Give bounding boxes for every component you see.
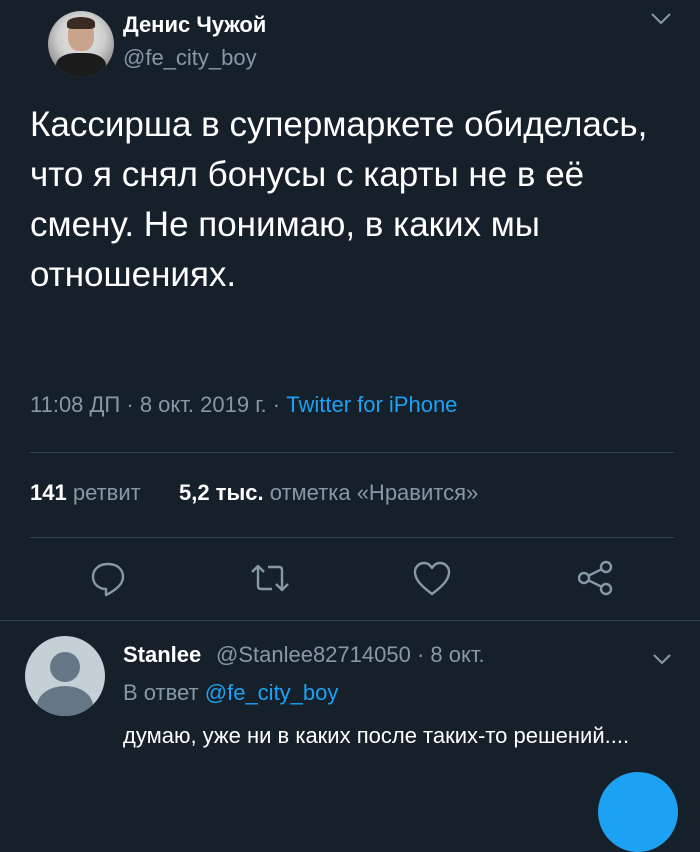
likes-stat[interactable]: 5,2 тыс. отметка «Нравится» <box>179 480 478 505</box>
tweet-meta: 11:08 ДП · 8 окт. 2019 г. · Twitter for … <box>30 392 457 418</box>
divider <box>0 620 700 621</box>
divider <box>30 537 674 538</box>
reply-prefix: В ответ <box>123 680 199 705</box>
like-icon[interactable] <box>412 560 452 600</box>
reply-to-link[interactable]: @fe_city_boy <box>205 680 339 705</box>
reply-text: думаю, уже ни в каких после таких-то реш… <box>123 723 630 748</box>
author-handle[interactable]: @fe_city_boy <box>123 45 257 71</box>
compose-button[interactable] <box>598 772 678 852</box>
tweet-stats: 141 ретвит 5,2 тыс. отметка «Нравится» <box>30 480 478 506</box>
meta-separator: · <box>272 392 281 417</box>
retweets-label: ретвит <box>72 480 141 505</box>
tweet-text: Кассирша в супермаркете обиделась, что я… <box>30 105 648 294</box>
author-name[interactable]: Денис Чужой <box>123 12 266 38</box>
reply-author-avatar[interactable] <box>25 636 105 716</box>
author-avatar[interactable] <box>48 11 114 77</box>
tweet-source-link[interactable]: Twitter for iPhone <box>286 392 457 417</box>
reply-icon[interactable] <box>88 558 128 598</box>
retweets-count: 141 <box>30 480 67 505</box>
reply-author-meta: @Stanlee82714050 · 8 окт. <box>216 642 485 668</box>
likes-count: 5,2 тыс. <box>178 480 264 505</box>
likes-label: отметка «Нравится» <box>269 480 479 505</box>
tweet-menu-chevron-icon[interactable] <box>650 12 672 31</box>
reply-menu-chevron-icon[interactable] <box>652 652 672 670</box>
reply-author-handle[interactable]: @Stanlee82714050 <box>216 642 411 667</box>
reply-author-name[interactable]: Stanlee <box>123 642 201 668</box>
meta-separator: · <box>416 642 425 667</box>
divider <box>30 452 674 453</box>
meta-separator: · <box>126 392 134 417</box>
tweet-date: 8 окт. 2019 г. <box>139 392 267 417</box>
tweet-time: 11:08 ДП <box>30 392 121 417</box>
retweet-icon[interactable] <box>248 558 289 598</box>
reply-date: 8 окт. <box>430 642 485 667</box>
share-icon[interactable] <box>575 558 615 598</box>
retweets-stat[interactable]: 141 ретвит <box>30 480 147 505</box>
reply-context: В ответ @fe_city_boy <box>123 680 338 706</box>
